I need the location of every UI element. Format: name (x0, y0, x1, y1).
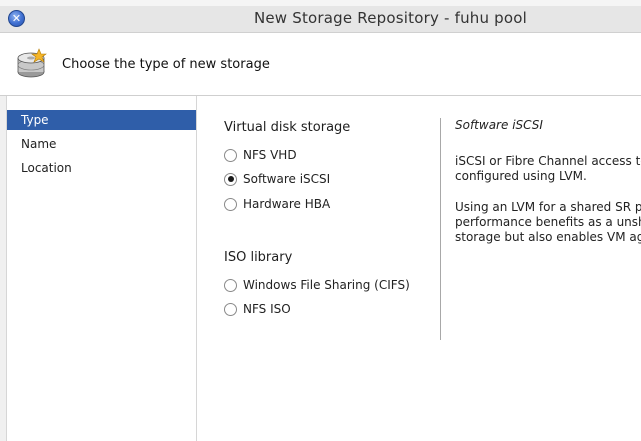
option-label: NFS ISO (243, 302, 291, 316)
description-paragraph-1: iSCSI or Fibre Channel access to a confi… (455, 154, 641, 184)
description-line: Using an LVM for a shared SR pro (455, 200, 641, 214)
option-label: NFS VHD (243, 148, 297, 162)
virtual-disk-group-title: Virtual disk storage (224, 120, 351, 135)
vertical-divider (440, 118, 441, 340)
wizard-header: Choose the type of new storage (0, 33, 641, 96)
radio-nfs-vhd[interactable] (224, 148, 237, 162)
description-paragraph-2: Using an LVM for a shared SR pro perform… (455, 200, 641, 245)
option-label: Software iSCSI (243, 172, 331, 186)
description-line: configured using LVM. (455, 169, 587, 183)
page-title: Choose the type of new storage (62, 57, 270, 72)
option-nfs-vhd[interactable]: NFS VHD (224, 146, 297, 164)
step-location[interactable]: Location (7, 158, 196, 178)
title-bar: ✕ New Storage Repository - fuhu pool (0, 6, 641, 33)
wizard-steps: Type Name Location (7, 96, 197, 441)
description-title: Software iSCSI (455, 118, 543, 132)
left-edge (0, 96, 7, 441)
storage-type-panel: Virtual disk storage NFS VHD Software iS… (197, 96, 641, 441)
description-line: iSCSI or Fibre Channel access to a (455, 154, 641, 168)
option-label: Hardware HBA (243, 197, 331, 211)
radio-hardware-hba[interactable] (224, 197, 237, 211)
step-type[interactable]: Type (7, 110, 196, 130)
iso-library-group-title: ISO library (224, 250, 293, 265)
step-name[interactable]: Name (7, 134, 196, 154)
radio-software-iscsi[interactable] (224, 172, 237, 186)
radio-nfs-iso[interactable] (224, 302, 237, 316)
description-line: performance benefits as a unshar (455, 215, 641, 229)
radio-cifs[interactable] (224, 278, 237, 292)
description-line: storage but also enables VM agil (455, 230, 641, 244)
option-description: Software iSCSI iSCSI or Fibre Channel ac… (455, 118, 641, 261)
window-title: New Storage Repository - fuhu pool (253, 9, 528, 27)
option-cifs[interactable]: Windows File Sharing (CIFS) (224, 276, 410, 294)
option-nfs-iso[interactable]: NFS ISO (224, 300, 291, 318)
disk-storage-icon (17, 48, 47, 78)
option-hardware-hba[interactable]: Hardware HBA (224, 195, 330, 213)
option-label: Windows File Sharing (CIFS) (243, 278, 410, 292)
option-software-iscsi[interactable]: Software iSCSI (224, 170, 330, 188)
